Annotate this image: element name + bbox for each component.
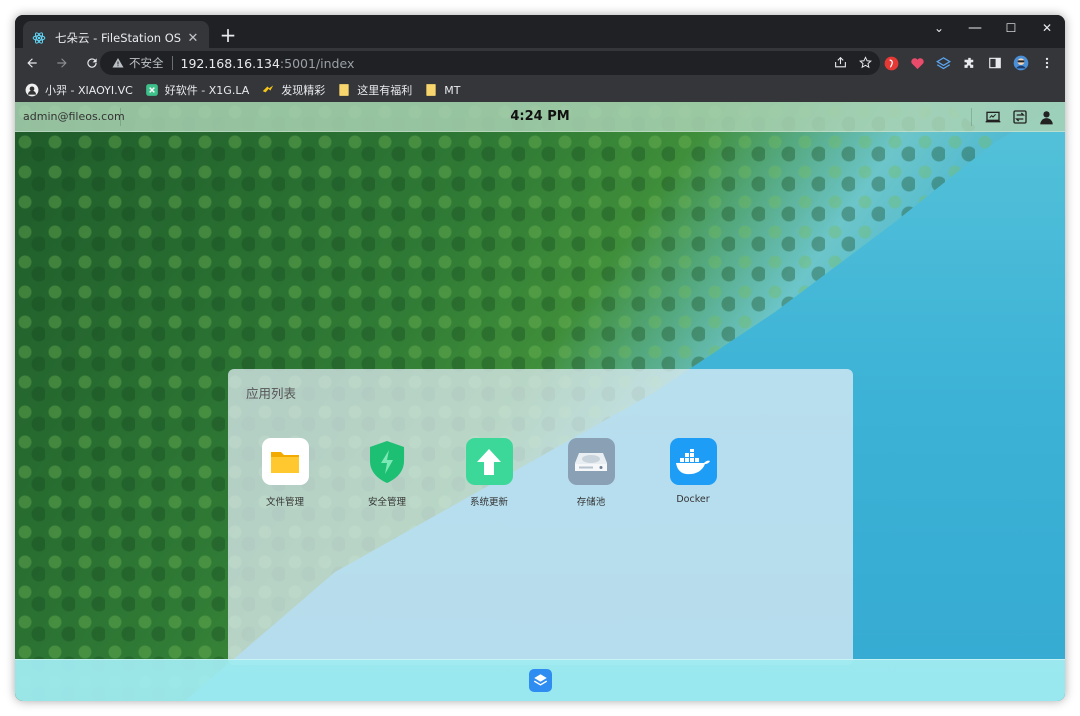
bookmark-label: 好软件 - X1G.LA <box>164 84 250 97</box>
app-system-update[interactable]: 系统更新 <box>449 438 529 508</box>
address-bar[interactable]: 不安全 192.168.16.134 :5001/index <box>100 51 880 75</box>
bookmark-label: 小羿 - XIAOYI.VC <box>45 84 133 97</box>
close-window-button[interactable]: ✕ <box>1029 15 1065 41</box>
arrow-icon <box>261 83 275 97</box>
app-icon <box>145 83 159 97</box>
bookmark-star-icon[interactable] <box>859 54 872 73</box>
panel-title: 应用列表 <box>246 386 297 401</box>
back-button[interactable] <box>19 50 45 76</box>
more-menu-icon[interactable] <box>1039 55 1055 71</box>
app-launcher-button[interactable] <box>529 669 552 692</box>
upload-arrow-icon[interactable] <box>465 438 513 485</box>
react-logo-icon <box>31 30 47 46</box>
bookmark-label: 这里有福利 <box>357 84 413 97</box>
bookmark-xiaoyi[interactable]: 小羿 - XIAOYI.VC <box>25 82 133 98</box>
bookmark-label: 发现精彩 <box>281 84 326 97</box>
dock <box>15 659 1065 701</box>
monitor-icon[interactable] <box>984 109 1001 126</box>
avatar-icon <box>25 83 39 97</box>
app-label: 系统更新 <box>469 497 508 508</box>
tab-title: 七朵云 - FileStation OS <box>55 31 182 45</box>
user-icon[interactable] <box>1038 109 1055 126</box>
reload-icon <box>87 58 97 68</box>
bookmark-welfare[interactable]: 这里有福利 <box>337 82 412 98</box>
folder-icon[interactable] <box>261 438 309 485</box>
folder-icon <box>337 83 351 97</box>
forward-button[interactable] <box>49 50 75 76</box>
app-security[interactable]: 安全管理 <box>347 438 427 508</box>
heart-extension-icon[interactable] <box>909 55 925 71</box>
back-arrow-icon <box>27 58 37 68</box>
new-tab-button[interactable]: + <box>218 25 238 45</box>
clock: 4:24 PM <box>510 109 570 124</box>
bookmark-label: MT <box>444 83 461 97</box>
window-controls: ⌄ — ☐ ✕ <box>921 15 1065 41</box>
omnibox-actions <box>834 51 872 75</box>
side-panel-icon[interactable] <box>987 55 1003 71</box>
shield-icon[interactable] <box>364 438 411 485</box>
tab-close-icon[interactable]: ✕ <box>185 31 201 46</box>
share-icon[interactable] <box>834 54 847 73</box>
extensions-row <box>883 51 1055 75</box>
security-status[interactable]: 不安全 <box>129 55 164 71</box>
app-label: 安全管理 <box>367 497 406 508</box>
transfer-icon[interactable] <box>1011 109 1028 126</box>
bookmark-x1g[interactable]: 好软件 - X1G.LA <box>145 82 249 98</box>
bookmark-mt[interactable]: MT <box>424 83 460 97</box>
docker-icon[interactable] <box>669 438 717 485</box>
maximize-button[interactable]: ☐ <box>993 15 1029 41</box>
folder-icon <box>424 83 438 97</box>
app-file-manager[interactable]: 文件管理 <box>245 438 325 508</box>
warning-icon[interactable] <box>112 57 124 69</box>
app-label: 文件管理 <box>265 497 304 508</box>
topbar-divider <box>971 108 972 126</box>
red-extension-icon[interactable] <box>883 55 899 71</box>
profile-avatar[interactable] <box>1013 55 1029 71</box>
url-path: :5001/index <box>279 55 355 71</box>
minimize-button[interactable]: — <box>957 15 993 41</box>
app-docker[interactable]: Docker <box>653 438 733 505</box>
tab-search-icon[interactable]: ⌄ <box>921 15 957 41</box>
topbar-actions <box>971 102 1055 132</box>
url-host: 192.168.16.134 <box>180 55 280 71</box>
layers-icon <box>533 674 548 686</box>
web-page: admin@fileos.com 4:24 PM 应用列表 文件管理 安全管理 … <box>15 102 1065 701</box>
bookmarks-bar: 小羿 - XIAOYI.VC 好软件 - X1G.LA 发现精彩 这里有福利 M… <box>15 78 1065 102</box>
app-list-panel: 应用列表 文件管理 安全管理 系统更新 存储池 Docker <box>228 369 853 665</box>
bookmark-discover[interactable]: 发现精彩 <box>261 82 325 98</box>
browser-toolbar: 不安全 192.168.16.134 :5001/index <box>15 48 1065 78</box>
forward-arrow-icon <box>57 58 67 68</box>
browser-window: 七朵云 - FileStation OS ✕ + ⌄ — ☐ ✕ 不安全 192… <box>15 15 1065 701</box>
layers-extension-icon[interactable] <box>935 55 951 71</box>
hard-drive-icon[interactable] <box>567 438 615 485</box>
app-label: Docker <box>676 494 710 505</box>
app-storage-pool[interactable]: 存储池 <box>551 438 631 508</box>
app-label: 存储池 <box>576 497 606 508</box>
puzzle-extensions-icon[interactable] <box>961 55 977 71</box>
omnibox-divider <box>171 56 173 70</box>
os-top-bar: admin@fileos.com 4:24 PM <box>15 102 1065 132</box>
